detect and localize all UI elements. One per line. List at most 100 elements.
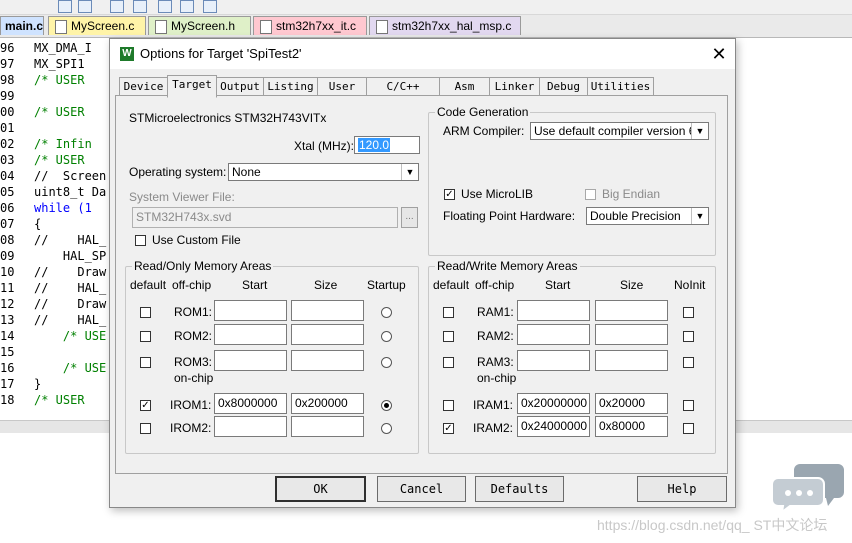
file-tab-myscreen-h[interactable]: MyScreen.h — [148, 16, 251, 35]
code-line[interactable]: } — [34, 377, 41, 391]
help-button[interactable]: Help — [637, 476, 727, 502]
ro-start-input[interactable] — [214, 350, 287, 371]
code-line[interactable]: /* USE — [34, 361, 106, 375]
green-diamond-icon[interactable] — [158, 0, 172, 13]
toolbar — [0, 0, 852, 15]
rw-size-input[interactable]: 0x80000 — [595, 416, 668, 437]
tab-utilities[interactable]: Utilities — [587, 77, 654, 96]
code-line[interactable]: /* USER — [34, 105, 85, 119]
use-custom-file-checkbox[interactable] — [135, 235, 146, 246]
big-endian-checkbox[interactable] — [585, 189, 596, 200]
rw-header-offchip: off-chip — [475, 278, 515, 292]
code-line[interactable]: /* Infin — [34, 137, 92, 151]
code-line[interactable]: MX_DMA_I — [34, 41, 92, 55]
layout-icon[interactable] — [133, 0, 147, 13]
ro-startup-radio[interactable] — [381, 357, 392, 368]
compiler-select[interactable]: Use default compiler version 6 ▼ — [530, 122, 709, 140]
rw-noinit-checkbox[interactable] — [683, 307, 694, 318]
ro-startup-radio[interactable] — [381, 331, 392, 342]
svd-label: System Viewer File: — [129, 190, 235, 204]
fp-hardware-select[interactable]: Double Precision ▼ — [586, 207, 709, 225]
tab-target[interactable]: Target — [167, 75, 217, 98]
dropdown-arrow-icon[interactable] — [58, 0, 72, 13]
ro-size-input[interactable] — [291, 350, 364, 371]
ro-start-input[interactable] — [214, 416, 287, 437]
rw-noinit-checkbox[interactable] — [683, 400, 694, 411]
dialog-titlebar[interactable]: W Options for Target 'SpiTest2' ✕ — [110, 39, 735, 69]
cancel-button[interactable]: Cancel — [377, 476, 466, 502]
rw-size-input[interactable] — [595, 324, 668, 345]
code-line[interactable]: /* USER — [34, 393, 85, 407]
rw-default-checkbox[interactable] — [443, 357, 454, 368]
svd-input[interactable]: STM32H743x.svd — [132, 207, 398, 228]
file-tab-myscreen-c[interactable]: MyScreen.c — [48, 16, 146, 35]
rw-start-input[interactable]: 0x20000000 — [517, 393, 590, 414]
ro-size-input[interactable]: 0x200000 — [291, 393, 364, 414]
rw-start-input[interactable] — [517, 350, 590, 371]
microlib-checkbox[interactable]: ✓ — [444, 189, 455, 200]
close-button[interactable]: ✕ — [708, 43, 730, 65]
code-line[interactable]: /* USE — [34, 329, 106, 343]
code-line[interactable]: // HAL_ — [34, 313, 106, 327]
tab-user[interactable]: User — [317, 77, 367, 96]
rw-start-input[interactable] — [517, 300, 590, 321]
file-tab-main-c[interactable]: main.c — [0, 16, 44, 35]
rw-default-checkbox[interactable]: ✓ — [443, 423, 454, 434]
code-line[interactable]: /* USER — [34, 73, 85, 87]
rw-size-input[interactable] — [595, 350, 668, 371]
ro-default-checkbox[interactable] — [140, 357, 151, 368]
code-line[interactable]: // Screen — [34, 169, 106, 183]
file-tab-stm32h7xx-hal-msp-c[interactable]: stm32h7xx_hal_msp.c — [369, 16, 521, 35]
tab-cpp-ac6[interactable]: C/C++ (AC6) — [366, 77, 440, 111]
code-line[interactable]: uint8_t Da — [34, 185, 106, 199]
ro-startup-radio[interactable] — [381, 423, 392, 434]
tab-device[interactable]: Device — [119, 77, 168, 96]
tab-linker[interactable]: Linker — [489, 77, 540, 96]
ro-default-checkbox[interactable] — [140, 331, 151, 342]
rw-size-input[interactable]: 0x20000 — [595, 393, 668, 414]
xtal-input[interactable]: 120.0 — [354, 136, 420, 154]
debug-icon[interactable] — [78, 0, 92, 13]
defaults-button[interactable]: Defaults — [475, 476, 564, 502]
code-line[interactable]: // Draw — [34, 265, 106, 279]
code-line[interactable]: // HAL_ — [34, 233, 106, 247]
ro-startup-radio[interactable] — [381, 400, 392, 411]
rw-default-checkbox[interactable] — [443, 400, 454, 411]
rw-default-checkbox[interactable] — [443, 307, 454, 318]
code-line[interactable]: HAL_SP — [34, 249, 106, 263]
tab-asm[interactable]: Asm — [439, 77, 490, 96]
checkmark-icon[interactable] — [180, 0, 194, 13]
code-line[interactable]: // HAL_ — [34, 281, 106, 295]
os-select[interactable]: None ▼ — [228, 163, 419, 181]
rw-noinit-checkbox[interactable] — [683, 331, 694, 342]
rw-start-input[interactable]: 0x24000000 — [517, 416, 590, 437]
svd-browse-button[interactable]: ... — [401, 207, 418, 228]
tab-debug[interactable]: Debug — [539, 77, 588, 96]
code-line[interactable]: /* USER — [34, 153, 85, 167]
ro-default-checkbox[interactable] — [140, 423, 151, 434]
image-icon[interactable] — [203, 0, 217, 13]
code-line[interactable]: { — [34, 217, 41, 231]
window-icon[interactable] — [110, 0, 124, 13]
ro-startup-radio[interactable] — [381, 307, 392, 318]
code-line[interactable]: // Draw — [34, 297, 106, 311]
ro-start-input[interactable] — [214, 300, 287, 321]
file-tab-stm32h7xx-it-c[interactable]: stm32h7xx_it.c — [253, 16, 367, 35]
rw-noinit-checkbox[interactable] — [683, 357, 694, 368]
rw-noinit-checkbox[interactable] — [683, 423, 694, 434]
ro-default-checkbox[interactable] — [140, 307, 151, 318]
rw-size-input[interactable] — [595, 300, 668, 321]
ro-default-checkbox[interactable]: ✓ — [140, 400, 151, 411]
rw-start-input[interactable] — [517, 324, 590, 345]
tab-output[interactable]: Output — [216, 77, 264, 96]
ro-start-input[interactable]: 0x8000000 — [214, 393, 287, 414]
ro-size-input[interactable] — [291, 300, 364, 321]
ro-size-input[interactable] — [291, 324, 364, 345]
ro-size-input[interactable] — [291, 416, 364, 437]
ok-button[interactable]: OK — [275, 476, 366, 502]
ro-start-input[interactable] — [214, 324, 287, 345]
code-line[interactable]: MX_SPI1 — [34, 57, 85, 71]
code-line[interactable]: while (1 — [34, 201, 92, 215]
rw-default-checkbox[interactable] — [443, 331, 454, 342]
tab-listing[interactable]: Listing — [263, 77, 318, 96]
